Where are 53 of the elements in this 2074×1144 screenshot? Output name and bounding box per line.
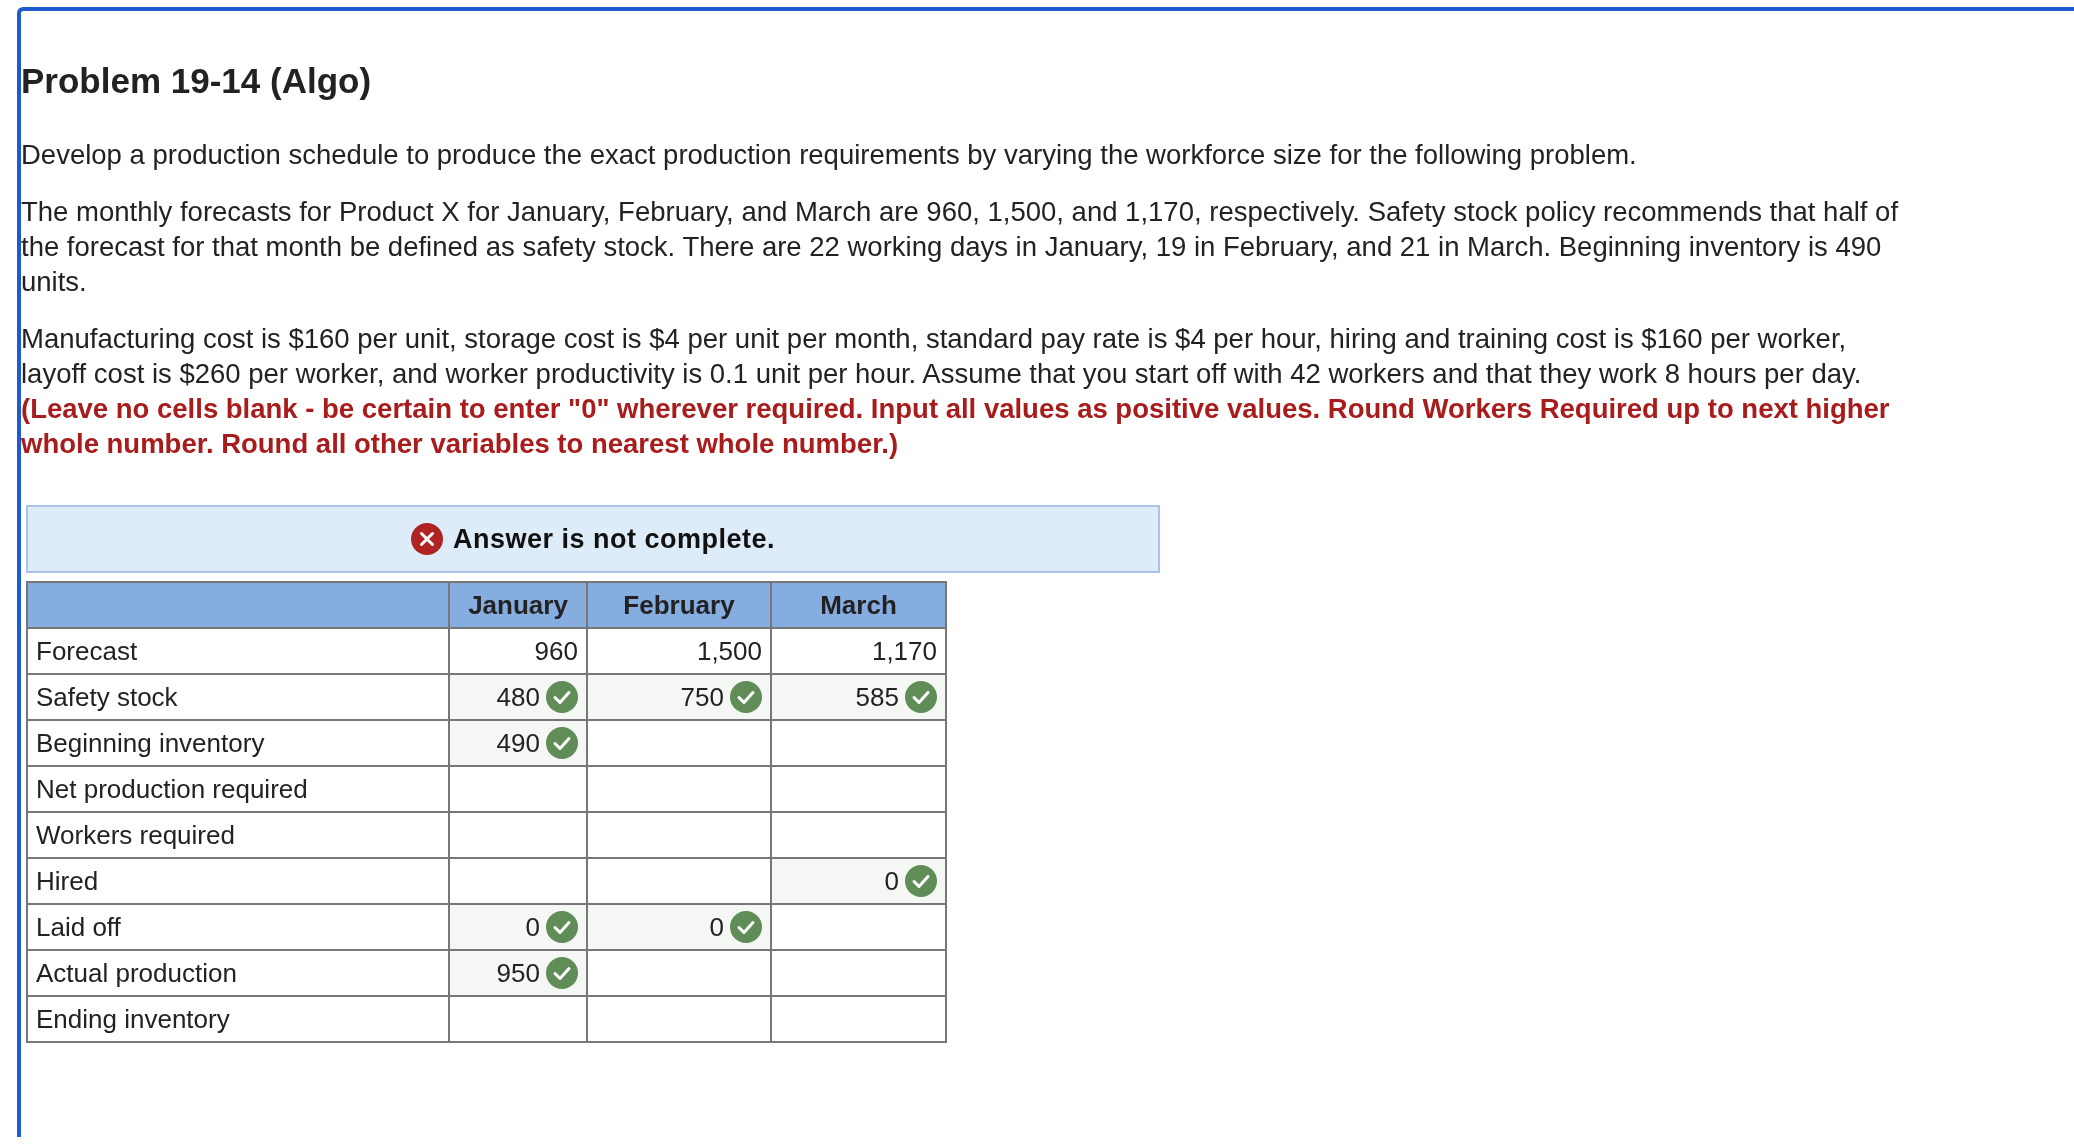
row-label: Safety stock [27, 674, 449, 720]
row-label: Workers required [27, 812, 449, 858]
answer-cell[interactable]: 490 [449, 720, 587, 766]
answer-cell[interactable]: 960 [449, 628, 587, 674]
answer-cell[interactable] [449, 812, 587, 858]
row-label: Forecast [27, 628, 449, 674]
check-icon [546, 727, 578, 759]
check-icon [546, 911, 578, 943]
answer-cell[interactable] [587, 950, 771, 996]
answer-cell[interactable]: 750 [587, 674, 771, 720]
answer-cell[interactable]: 0 [587, 904, 771, 950]
answer-cell[interactable] [771, 720, 946, 766]
check-icon [730, 681, 762, 713]
answer-cell[interactable] [771, 904, 946, 950]
answer-cell[interactable] [587, 720, 771, 766]
row-label: Actual production [27, 950, 449, 996]
answer-cell[interactable] [449, 996, 587, 1042]
answer-cell[interactable] [587, 858, 771, 904]
row-label: Net production required [27, 766, 449, 812]
answer-cell[interactable]: 480 [449, 674, 587, 720]
answer-cell[interactable] [587, 766, 771, 812]
column-header: March [771, 582, 946, 628]
answer-cell[interactable]: 1,170 [771, 628, 946, 674]
answer-cell[interactable]: 0 [771, 858, 946, 904]
answer-cell[interactable]: 1,500 [587, 628, 771, 674]
problem-text: Develop a production schedule to produce the exact production requirements by varying the workforce size for the following problem. [21, 138, 1638, 172]
problem-title: Problem 19-14 (Algo) [21, 61, 373, 101]
answer-cell[interactable]: 950 [449, 950, 587, 996]
answer-cell[interactable] [449, 766, 587, 812]
answer-cell[interactable] [771, 996, 946, 1042]
answer-cell[interactable] [771, 766, 946, 812]
problem-text: Manufacturing cost is $160 per unit, storage cost is $4 per unit per month, standard pay rate is $4 per hour, hiring and training cost is $160 per worker, layoff cost is $260 per worker, and worker productivity is 0.1 unit per hour. Assume that you start off with 42 workers and that they work 8 hours per day. (Leave no cells blank - be certain to enter "0" wherever required. Input all values as positive values. Round Workers Required up to next higher whole number. Round all other variables to nearest whole number.) [21, 322, 1891, 461]
row-label: Beginning inventory [27, 720, 449, 766]
answer-cell[interactable] [587, 996, 771, 1042]
problem-text: The monthly forecasts for Product X for January, February, and March are 960, 1,500, and 1,170, respectively. Safety stock policy recommends that half of the forecast for that month be defined as safety stock. There are 22 working days in January, 19 in February, and 21 in March. Beginning inventory is 490 units. [21, 195, 1900, 299]
answer-status-text: Answer is not complete. [452, 523, 776, 555]
row-label: Hired [27, 858, 449, 904]
check-icon [905, 865, 937, 897]
check-icon [546, 957, 578, 989]
answer-cell[interactable] [587, 812, 771, 858]
column-header: February [587, 582, 771, 628]
error-icon [410, 523, 443, 555]
row-label: Ending inventory [27, 996, 449, 1042]
check-icon [905, 681, 937, 713]
row-label: Laid off [27, 904, 449, 950]
answer-cell[interactable] [771, 812, 946, 858]
answer-cell[interactable]: 0 [449, 904, 587, 950]
answer-cell[interactable] [771, 950, 946, 996]
check-icon [546, 681, 578, 713]
answer-cell[interactable]: 585 [771, 674, 946, 720]
check-icon [730, 911, 762, 943]
answer-cell[interactable] [449, 858, 587, 904]
column-header: January [449, 582, 587, 628]
